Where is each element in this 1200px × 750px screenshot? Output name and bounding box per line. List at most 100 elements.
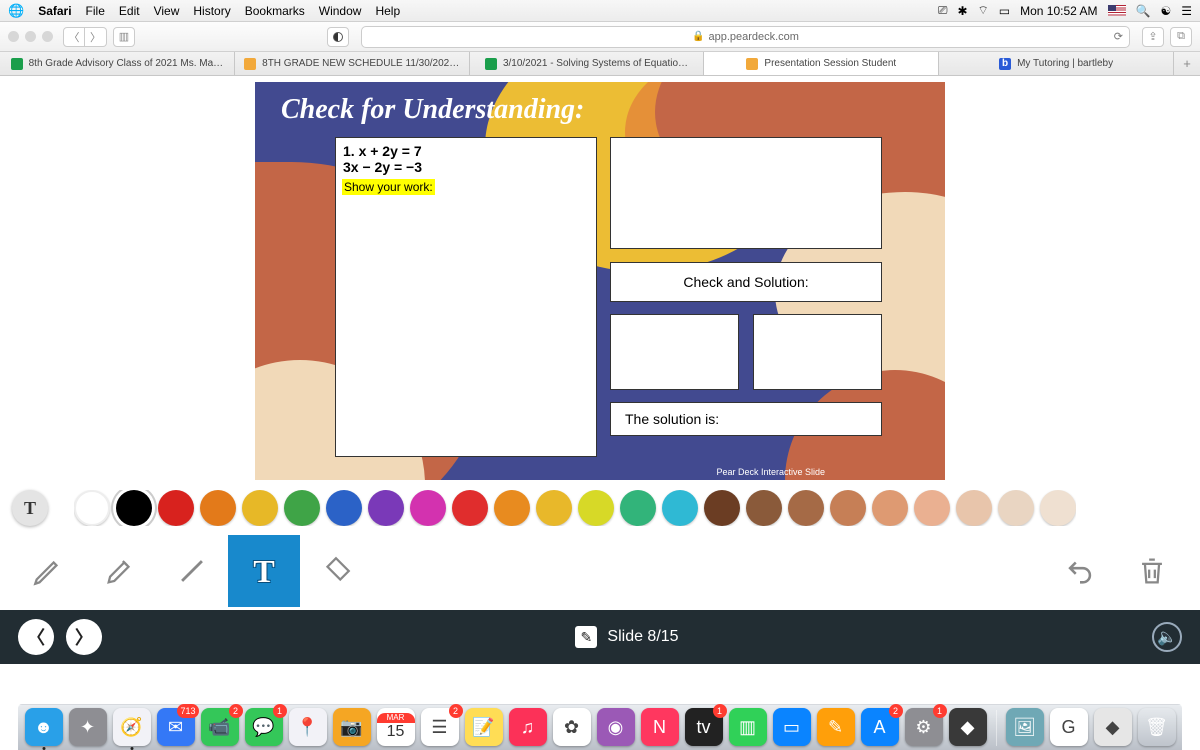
dock-roblox[interactable]: ◆ bbox=[949, 708, 987, 746]
color-swatch[interactable] bbox=[326, 490, 362, 526]
dock-messages[interactable]: 💬1 bbox=[245, 708, 283, 746]
airplay-icon[interactable]: ⎚ bbox=[938, 3, 948, 18]
new-tab-button[interactable]: + bbox=[1174, 52, 1200, 75]
color-swatch[interactable] bbox=[452, 490, 488, 526]
color-swatch[interactable] bbox=[158, 490, 194, 526]
wifi-icon[interactable]: ⌔ bbox=[978, 3, 989, 18]
app-name[interactable]: Safari bbox=[38, 4, 71, 18]
dock-reminders[interactable]: ☰2 bbox=[421, 708, 459, 746]
color-swatch[interactable] bbox=[872, 490, 908, 526]
color-swatch[interactable] bbox=[200, 490, 236, 526]
color-swatch[interactable] bbox=[74, 490, 110, 526]
dock-keynote[interactable]: ▭ bbox=[773, 708, 811, 746]
next-slide-button[interactable]: 〉 bbox=[66, 619, 102, 655]
color-swatch[interactable] bbox=[956, 490, 992, 526]
dock-finder[interactable]: ☻ bbox=[25, 708, 63, 746]
audio-button[interactable]: 🔈 bbox=[1152, 622, 1182, 652]
eraser-tool[interactable] bbox=[300, 535, 372, 607]
reload-icon[interactable]: ⟳ bbox=[1114, 30, 1123, 43]
color-swatch[interactable] bbox=[284, 490, 320, 526]
apple-menu[interactable]: 🌐 bbox=[8, 3, 24, 19]
check-box-left[interactable] bbox=[610, 314, 739, 390]
url-bar[interactable]: 🔒 app.peardeck.com ⟳ bbox=[361, 26, 1130, 48]
dock-roblox2[interactable]: ◆ bbox=[1094, 708, 1132, 746]
color-swatch[interactable] bbox=[704, 490, 740, 526]
menu-help[interactable]: Help bbox=[375, 4, 400, 18]
window-controls[interactable] bbox=[8, 31, 53, 42]
dock-podcasts[interactable]: ◉ bbox=[597, 708, 635, 746]
color-swatch[interactable] bbox=[662, 490, 698, 526]
line-tool[interactable] bbox=[156, 535, 228, 607]
dock-appletv[interactable]: tv1 bbox=[685, 708, 723, 746]
clock[interactable]: Mon 10:52 AM bbox=[1020, 4, 1097, 18]
text-format-chip[interactable]: T bbox=[12, 490, 48, 526]
browser-tab[interactable]: bMy Tutoring | bartleby bbox=[939, 52, 1174, 75]
dock-safari[interactable]: 🧭 bbox=[113, 708, 151, 746]
dock-goguardian[interactable]: G bbox=[1050, 708, 1088, 746]
menu-history[interactable]: History bbox=[193, 4, 230, 18]
dock-pages[interactable]: ✎ bbox=[817, 708, 855, 746]
dock-appstore[interactable]: A2 bbox=[861, 708, 899, 746]
dock-photos[interactable]: ✿ bbox=[553, 708, 591, 746]
browser-tab[interactable]: 8th Grade Advisory Class of 2021 Ms. Ma… bbox=[0, 52, 235, 75]
dock-preferences[interactable]: ⚙1 bbox=[905, 708, 943, 746]
browser-tab[interactable]: 3/10/2021 - Solving Systems of Equatio… bbox=[470, 52, 705, 75]
color-swatch[interactable] bbox=[1040, 490, 1076, 526]
color-swatch[interactable] bbox=[116, 490, 152, 526]
sidebar-button[interactable]: ▥ bbox=[113, 27, 135, 47]
slide-canvas[interactable]: Check for Understanding: 1. x + 2y = 7 3… bbox=[255, 82, 945, 480]
menu-window[interactable]: Window bbox=[319, 4, 362, 18]
menu-bookmarks[interactable]: Bookmarks bbox=[245, 4, 305, 18]
color-swatch[interactable] bbox=[914, 490, 950, 526]
color-swatch[interactable] bbox=[242, 490, 278, 526]
menu-edit[interactable]: Edit bbox=[119, 4, 140, 18]
color-swatch[interactable] bbox=[830, 490, 866, 526]
dock-notes[interactable]: 📝 bbox=[465, 708, 503, 746]
color-swatch[interactable] bbox=[578, 490, 614, 526]
color-swatch[interactable] bbox=[536, 490, 572, 526]
prev-slide-button[interactable]: 〈 bbox=[18, 619, 54, 655]
menu-extras-icon[interactable]: ☰ bbox=[1181, 4, 1192, 18]
spotlight-icon[interactable]: 🔍 bbox=[1136, 4, 1151, 18]
dock-calendar[interactable]: MAR15 bbox=[377, 708, 415, 746]
reader-button[interactable] bbox=[327, 27, 349, 47]
color-swatch[interactable] bbox=[998, 490, 1034, 526]
dock-desktop-pic[interactable]: 🖼 bbox=[1006, 708, 1044, 746]
dock-mail[interactable]: ✉713 bbox=[157, 708, 195, 746]
dock-numbers[interactable]: ▥ bbox=[729, 708, 767, 746]
menu-view[interactable]: View bbox=[154, 4, 180, 18]
color-swatch[interactable] bbox=[620, 490, 656, 526]
pencil-tool[interactable] bbox=[12, 535, 84, 607]
color-swatch[interactable] bbox=[494, 490, 530, 526]
dock-news[interactable]: N bbox=[641, 708, 679, 746]
check-box-right[interactable] bbox=[753, 314, 882, 390]
color-swatch[interactable] bbox=[410, 490, 446, 526]
browser-tab[interactable]: 8TH GRADE NEW SCHEDULE 11/30/202… bbox=[235, 52, 470, 75]
bluetooth-icon[interactable]: ✱ bbox=[957, 4, 967, 18]
dock-trash[interactable]: 🗑 bbox=[1138, 708, 1176, 746]
dock-facetime[interactable]: 📹2 bbox=[201, 708, 239, 746]
battery-icon[interactable]: ▭ bbox=[999, 4, 1010, 18]
share-button[interactable]: ⇪ bbox=[1142, 27, 1164, 47]
menu-file[interactable]: File bbox=[86, 4, 105, 18]
control-center-icon[interactable]: ☯ bbox=[1160, 4, 1171, 18]
solution-box[interactable]: The solution is: bbox=[610, 402, 882, 436]
forward-button[interactable]: 〉 bbox=[85, 27, 107, 47]
tabs-button[interactable]: ⧉ bbox=[1170, 27, 1192, 47]
work-box[interactable]: 1. x + 2y = 7 3x − 2y = −3 Show your wor… bbox=[335, 137, 597, 457]
color-swatch[interactable] bbox=[746, 490, 782, 526]
highlighter-tool[interactable] bbox=[84, 535, 156, 607]
browser-tab[interactable]: Presentation Session Student bbox=[704, 52, 939, 75]
dock-launchpad[interactable]: ✦ bbox=[69, 708, 107, 746]
dock-photobooth[interactable]: 📷 bbox=[333, 708, 371, 746]
check-box-top[interactable] bbox=[610, 137, 882, 249]
undo-button[interactable] bbox=[1044, 535, 1116, 607]
back-button[interactable]: 〈 bbox=[63, 27, 85, 47]
color-swatch[interactable] bbox=[368, 490, 404, 526]
dock-music[interactable]: ♫ bbox=[509, 708, 547, 746]
dock-maps[interactable]: 📍 bbox=[289, 708, 327, 746]
delete-button[interactable] bbox=[1116, 535, 1188, 607]
input-source-flag[interactable] bbox=[1108, 5, 1126, 16]
color-swatch[interactable] bbox=[788, 490, 824, 526]
text-tool[interactable]: T bbox=[228, 535, 300, 607]
